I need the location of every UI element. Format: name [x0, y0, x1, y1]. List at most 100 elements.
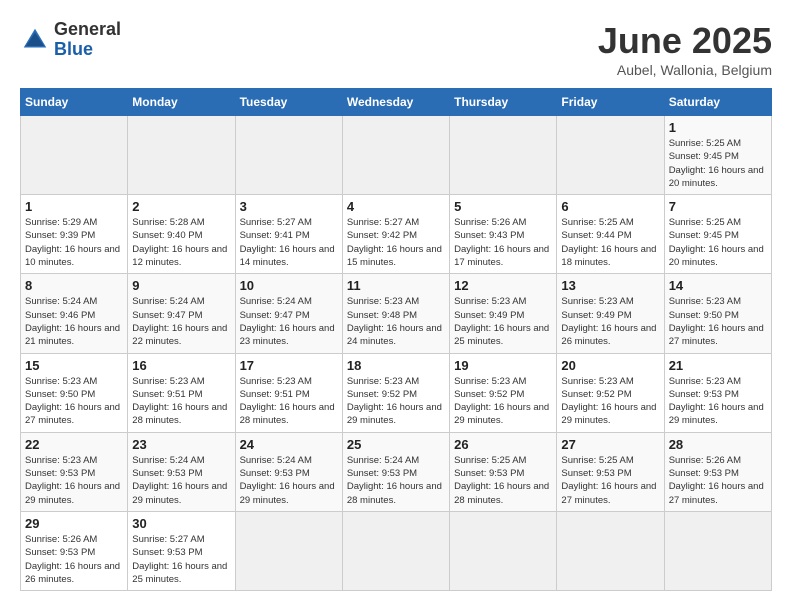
calendar-cell: 11 Sunrise: 5:23 AM Sunset: 9:48 PM Dayli… [342, 274, 449, 353]
day-detail: Sunrise: 5:23 AM Sunset: 9:50 PM Dayligh… [25, 375, 123, 428]
day-detail: Sunrise: 5:26 AM Sunset: 9:43 PM Dayligh… [454, 216, 552, 269]
calendar-cell: 29Sunrise: 5:26 AM Sunset: 9:53 PM Dayli… [21, 511, 128, 590]
day-number: 16 [132, 358, 230, 373]
calendar-week-3: 15 Sunrise: 5:23 AM Sunset: 9:50 PM Dayli… [21, 353, 772, 432]
day-detail: Sunrise: 5:27 AM Sunset: 9:41 PM Dayligh… [240, 216, 338, 269]
day-number: 15 [25, 358, 123, 373]
day-detail: Sunrise: 5:28 AM Sunset: 9:40 PM Dayligh… [132, 216, 230, 269]
day-detail: Sunrise: 5:24 AM Sunset: 9:46 PM Dayligh… [25, 295, 123, 348]
day-number: 3 [240, 199, 338, 214]
calendar-cell [450, 116, 557, 195]
calendar-cell [342, 116, 449, 195]
calendar-cell: 4 Sunrise: 5:27 AM Sunset: 9:42 PM Daylig… [342, 195, 449, 274]
day-detail: Sunrise: 5:24 AM Sunset: 9:53 PM Dayligh… [240, 454, 338, 507]
month-title: June 2025 [598, 20, 772, 62]
calendar-cell: 20Sunrise: 5:23 AM Sunset: 9:52 PM Dayli… [557, 353, 664, 432]
logo-text-general: General [54, 19, 121, 39]
calendar-cell: 14 Sunrise: 5:23 AM Sunset: 9:50 PM Dayli… [664, 274, 771, 353]
day-detail: Sunrise: 5:23 AM Sunset: 9:49 PM Dayligh… [561, 295, 659, 348]
day-number: 11 [347, 278, 445, 293]
day-detail: Sunrise: 5:25 AM Sunset: 9:45 PM Dayligh… [669, 137, 767, 190]
header-cell-thursday: Thursday [450, 89, 557, 116]
calendar-cell [128, 116, 235, 195]
calendar-cell: 3 Sunrise: 5:27 AM Sunset: 9:41 PM Daylig… [235, 195, 342, 274]
calendar-cell: 25Sunrise: 5:24 AM Sunset: 9:53 PM Dayli… [342, 432, 449, 511]
calendar-cell: 7 Sunrise: 5:25 AM Sunset: 9:45 PM Daylig… [664, 195, 771, 274]
calendar-cell: 22Sunrise: 5:23 AM Sunset: 9:53 PM Dayli… [21, 432, 128, 511]
day-number: 9 [132, 278, 230, 293]
day-detail: Sunrise: 5:24 AM Sunset: 9:47 PM Dayligh… [132, 295, 230, 348]
header-cell-wednesday: Wednesday [342, 89, 449, 116]
day-detail: Sunrise: 5:23 AM Sunset: 9:50 PM Dayligh… [669, 295, 767, 348]
day-number: 1 [25, 199, 123, 214]
day-number: 23 [132, 437, 230, 452]
day-detail: Sunrise: 5:29 AM Sunset: 9:39 PM Dayligh… [25, 216, 123, 269]
day-detail: Sunrise: 5:26 AM Sunset: 9:53 PM Dayligh… [25, 533, 123, 586]
logo-icon [20, 25, 50, 55]
calendar-cell: 2 Sunrise: 5:28 AM Sunset: 9:40 PM Daylig… [128, 195, 235, 274]
calendar-cell: 23 Sunrise: 5:24 AM Sunset: 9:53 PM Dayli… [128, 432, 235, 511]
calendar-cell: 27Sunrise: 5:25 AM Sunset: 9:53 PM Dayli… [557, 432, 664, 511]
calendar-cell: 18Sunrise: 5:23 AM Sunset: 9:52 PM Dayli… [342, 353, 449, 432]
day-number: 21 [669, 358, 767, 373]
header-cell-monday: Monday [128, 89, 235, 116]
day-number: 4 [347, 199, 445, 214]
header: General Blue June 2025 Aubel, Wallonia, … [20, 20, 772, 78]
day-number: 19 [454, 358, 552, 373]
day-detail: Sunrise: 5:27 AM Sunset: 9:42 PM Dayligh… [347, 216, 445, 269]
calendar-cell: 28 Sunrise: 5:26 AM Sunset: 9:53 PM Dayli… [664, 432, 771, 511]
logo-text-blue: Blue [54, 39, 93, 59]
day-detail: Sunrise: 5:23 AM Sunset: 9:49 PM Dayligh… [454, 295, 552, 348]
calendar-cell: 1 Sunrise: 5:29 AM Sunset: 9:39 PM Daylig… [21, 195, 128, 274]
day-detail: Sunrise: 5:23 AM Sunset: 9:52 PM Dayligh… [454, 375, 552, 428]
calendar-cell: 17Sunrise: 5:23 AM Sunset: 9:51 PM Dayli… [235, 353, 342, 432]
calendar-week-4: 22Sunrise: 5:23 AM Sunset: 9:53 PM Dayli… [21, 432, 772, 511]
day-number: 10 [240, 278, 338, 293]
day-detail: Sunrise: 5:23 AM Sunset: 9:51 PM Dayligh… [240, 375, 338, 428]
day-detail: Sunrise: 5:24 AM Sunset: 9:47 PM Dayligh… [240, 295, 338, 348]
day-detail: Sunrise: 5:26 AM Sunset: 9:53 PM Dayligh… [669, 454, 767, 507]
day-number: 14 [669, 278, 767, 293]
day-detail: Sunrise: 5:23 AM Sunset: 9:53 PM Dayligh… [669, 375, 767, 428]
calendar-cell [664, 511, 771, 590]
logo: General Blue [20, 20, 121, 60]
day-detail: Sunrise: 5:24 AM Sunset: 9:53 PM Dayligh… [132, 454, 230, 507]
header-cell-friday: Friday [557, 89, 664, 116]
calendar-cell: 21 Sunrise: 5:23 AM Sunset: 9:53 PM Dayli… [664, 353, 771, 432]
title-area: June 2025 Aubel, Wallonia, Belgium [598, 20, 772, 78]
day-number: 13 [561, 278, 659, 293]
day-detail: Sunrise: 5:27 AM Sunset: 9:53 PM Dayligh… [132, 533, 230, 586]
day-number: 1 [669, 120, 767, 135]
calendar-cell [342, 511, 449, 590]
day-number: 7 [669, 199, 767, 214]
day-number: 18 [347, 358, 445, 373]
day-number: 20 [561, 358, 659, 373]
day-detail: Sunrise: 5:25 AM Sunset: 9:53 PM Dayligh… [561, 454, 659, 507]
day-number: 30 [132, 516, 230, 531]
calendar-week-5: 29Sunrise: 5:26 AM Sunset: 9:53 PM Dayli… [21, 511, 772, 590]
day-number: 12 [454, 278, 552, 293]
calendar-cell: 30 Sunrise: 5:27 AM Sunset: 9:53 PM Dayli… [128, 511, 235, 590]
calendar-cell: 1 Sunrise: 5:25 AM Sunset: 9:45 PM Daylig… [664, 116, 771, 195]
calendar-cell [557, 511, 664, 590]
day-number: 6 [561, 199, 659, 214]
calendar-week-1: 1 Sunrise: 5:29 AM Sunset: 9:39 PM Daylig… [21, 195, 772, 274]
calendar-table: SundayMondayTuesdayWednesdayThursdayFrid… [20, 88, 772, 591]
calendar-cell [557, 116, 664, 195]
day-detail: Sunrise: 5:25 AM Sunset: 9:53 PM Dayligh… [454, 454, 552, 507]
calendar-cell: 6Sunrise: 5:25 AM Sunset: 9:44 PM Daylig… [557, 195, 664, 274]
calendar-cell: 19 Sunrise: 5:23 AM Sunset: 9:52 PM Dayli… [450, 353, 557, 432]
calendar-cell [235, 511, 342, 590]
day-detail: Sunrise: 5:25 AM Sunset: 9:45 PM Dayligh… [669, 216, 767, 269]
day-number: 8 [25, 278, 123, 293]
day-number: 28 [669, 437, 767, 452]
calendar-cell: 24Sunrise: 5:24 AM Sunset: 9:53 PM Dayli… [235, 432, 342, 511]
day-number: 2 [132, 199, 230, 214]
day-detail: Sunrise: 5:23 AM Sunset: 9:48 PM Dayligh… [347, 295, 445, 348]
calendar-cell: 9 Sunrise: 5:24 AM Sunset: 9:47 PM Daylig… [128, 274, 235, 353]
calendar-cell [235, 116, 342, 195]
day-detail: Sunrise: 5:24 AM Sunset: 9:53 PM Dayligh… [347, 454, 445, 507]
calendar-body: 1 Sunrise: 5:25 AM Sunset: 9:45 PM Daylig… [21, 116, 772, 591]
calendar-week-2: 8 Sunrise: 5:24 AM Sunset: 9:46 PM Daylig… [21, 274, 772, 353]
header-cell-sunday: Sunday [21, 89, 128, 116]
